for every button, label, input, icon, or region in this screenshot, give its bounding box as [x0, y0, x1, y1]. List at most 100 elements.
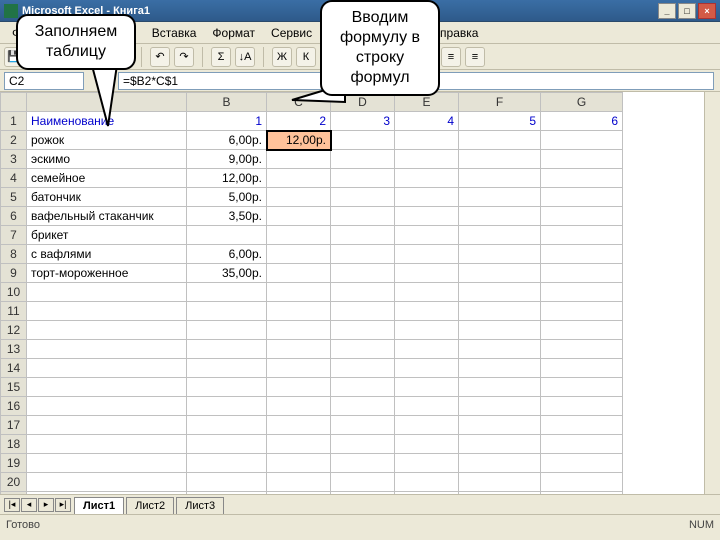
cell[interactable]: [27, 435, 187, 454]
cell[interactable]: [459, 416, 541, 435]
cell[interactable]: [267, 302, 331, 321]
cell[interactable]: [541, 245, 623, 264]
cell[interactable]: [395, 340, 459, 359]
cell[interactable]: [331, 188, 395, 207]
minimize-button[interactable]: _: [658, 3, 676, 19]
sum-button[interactable]: Σ: [211, 47, 231, 67]
cell[interactable]: [267, 207, 331, 226]
row-header-4[interactable]: 4: [1, 169, 27, 188]
cell[interactable]: [187, 473, 267, 492]
cell[interactable]: 35,00р.: [187, 264, 267, 283]
maximize-button[interactable]: □: [678, 3, 696, 19]
cell[interactable]: [267, 378, 331, 397]
cell[interactable]: [187, 321, 267, 340]
cell[interactable]: [395, 188, 459, 207]
cell[interactable]: [187, 359, 267, 378]
cell[interactable]: [267, 150, 331, 169]
tab-sheet1[interactable]: Лист1: [74, 497, 124, 514]
cell[interactable]: [331, 226, 395, 245]
cell[interactable]: семейное: [27, 169, 187, 188]
cell[interactable]: [267, 264, 331, 283]
cell[interactable]: [541, 378, 623, 397]
italic-button[interactable]: К: [296, 47, 316, 67]
cell[interactable]: [187, 397, 267, 416]
cell[interactable]: [459, 264, 541, 283]
cell[interactable]: [331, 340, 395, 359]
tab-next-button[interactable]: ▸: [38, 498, 54, 512]
cell[interactable]: [395, 492, 459, 495]
cell[interactable]: [187, 416, 267, 435]
row-header-14[interactable]: 14: [1, 359, 27, 378]
cell[interactable]: [267, 321, 331, 340]
cell[interactable]: [459, 454, 541, 473]
cell[interactable]: [267, 188, 331, 207]
cell[interactable]: [187, 435, 267, 454]
col-header-B[interactable]: B: [187, 93, 267, 112]
cell[interactable]: 3: [331, 112, 395, 131]
cell[interactable]: [27, 340, 187, 359]
cell[interactable]: [395, 207, 459, 226]
cell[interactable]: [267, 283, 331, 302]
cell[interactable]: [27, 454, 187, 473]
cell[interactable]: [27, 302, 187, 321]
worksheet-area[interactable]: ABCDEFG1Наименование1234562рожок6,00р.12…: [0, 92, 720, 494]
row-header-19[interactable]: 19: [1, 454, 27, 473]
cell[interactable]: [541, 264, 623, 283]
cell[interactable]: [459, 378, 541, 397]
row-header-9[interactable]: 9: [1, 264, 27, 283]
cell[interactable]: [331, 397, 395, 416]
cell[interactable]: [331, 302, 395, 321]
cell[interactable]: [267, 226, 331, 245]
tab-prev-button[interactable]: ◂: [21, 498, 37, 512]
cell[interactable]: [459, 188, 541, 207]
row-header-7[interactable]: 7: [1, 226, 27, 245]
row-header-16[interactable]: 16: [1, 397, 27, 416]
cell[interactable]: [459, 397, 541, 416]
cell[interactable]: [541, 207, 623, 226]
cell[interactable]: [267, 359, 331, 378]
cell[interactable]: [541, 435, 623, 454]
cell[interactable]: [395, 397, 459, 416]
cell[interactable]: [459, 207, 541, 226]
menu-format[interactable]: Формат: [204, 24, 263, 42]
cell[interactable]: [331, 283, 395, 302]
cell[interactable]: [331, 359, 395, 378]
cell[interactable]: 2: [267, 112, 331, 131]
row-header-11[interactable]: 11: [1, 302, 27, 321]
cell[interactable]: 12,00р.: [187, 169, 267, 188]
cell[interactable]: [267, 169, 331, 188]
cell[interactable]: [459, 359, 541, 378]
cell[interactable]: [395, 131, 459, 150]
cell[interactable]: [187, 226, 267, 245]
cell[interactable]: [331, 207, 395, 226]
tab-sheet2[interactable]: Лист2: [126, 497, 174, 514]
row-header-13[interactable]: 13: [1, 340, 27, 359]
cell[interactable]: [395, 264, 459, 283]
cell[interactable]: [395, 435, 459, 454]
row-header-2[interactable]: 2: [1, 131, 27, 150]
cell[interactable]: [541, 226, 623, 245]
cell[interactable]: [267, 416, 331, 435]
cell[interactable]: [459, 492, 541, 495]
cell[interactable]: [331, 473, 395, 492]
cell[interactable]: [459, 150, 541, 169]
cell[interactable]: [187, 378, 267, 397]
cell[interactable]: батончик: [27, 188, 187, 207]
cell[interactable]: [187, 340, 267, 359]
menu-tools[interactable]: Сервис: [263, 24, 320, 42]
spreadsheet-grid[interactable]: ABCDEFG1Наименование1234562рожок6,00р.12…: [0, 92, 623, 494]
cell[interactable]: [459, 245, 541, 264]
sort-button[interactable]: ↓A: [235, 47, 255, 67]
cell[interactable]: [267, 397, 331, 416]
cell[interactable]: [541, 416, 623, 435]
cell[interactable]: [541, 340, 623, 359]
cell[interactable]: 5,00р.: [187, 188, 267, 207]
row-header-6[interactable]: 6: [1, 207, 27, 226]
cell[interactable]: [267, 473, 331, 492]
cell[interactable]: [541, 283, 623, 302]
cell[interactable]: 9,00р.: [187, 150, 267, 169]
cell[interactable]: [331, 378, 395, 397]
cell[interactable]: 4: [395, 112, 459, 131]
cell[interactable]: [331, 454, 395, 473]
cell[interactable]: [459, 340, 541, 359]
